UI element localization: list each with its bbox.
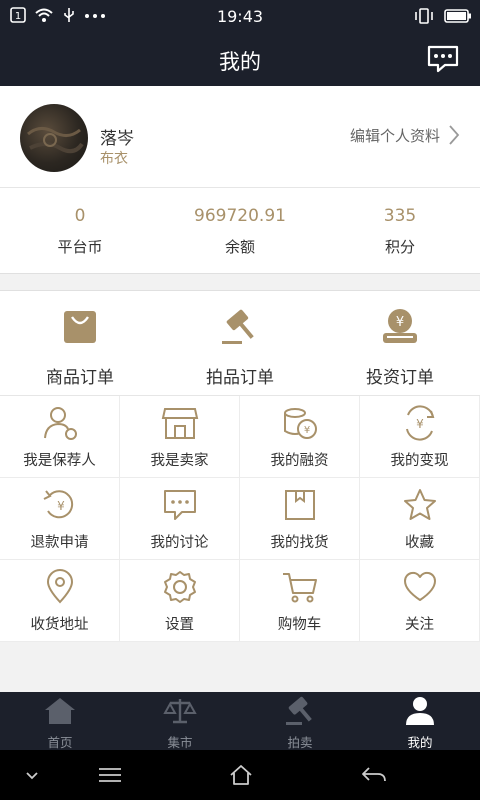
stat-label: 平台币 <box>57 238 103 256</box>
edit-profile-link[interactable]: 编辑个人资料 <box>350 124 460 146</box>
home-icon <box>45 698 75 724</box>
grid-item-label: 收货地址 <box>30 617 89 633</box>
cart-icon <box>282 573 317 603</box>
edit-profile-label: 编辑个人资料 <box>349 126 440 145</box>
grid-item-sponsor[interactable]: 我是保荐人 <box>0 396 120 478</box>
sponsor-icon <box>43 407 77 440</box>
stat-value: 969720.91 <box>194 206 286 226</box>
grid-item-label: 设置 <box>165 617 194 633</box>
grid-item-label: 我是卖家 <box>150 453 209 469</box>
orders-row: 商品订单 拍品订单 ¥ 投资订单 <box>0 290 480 396</box>
gavel-icon <box>286 696 312 725</box>
find-goods-icon <box>284 490 315 520</box>
chat-icon <box>163 490 196 520</box>
investment-icon: ¥ <box>383 309 417 343</box>
stat-label: 积分 <box>384 238 415 256</box>
tab-market[interactable]: 集市 <box>120 696 240 751</box>
status-bar: 1 19:43 <box>0 0 480 34</box>
svg-text:¥: ¥ <box>303 425 309 436</box>
grid-item-cash-out[interactable]: ¥ 我的变现 <box>360 396 480 478</box>
grid-item-favorites[interactable]: 收藏 <box>360 478 480 560</box>
grid-item-find-goods[interactable]: 我的找货 <box>240 478 360 560</box>
grid-item-label: 收藏 <box>405 535 434 551</box>
refund-icon: ¥ <box>43 490 73 519</box>
grid-item-label: 我的找货 <box>270 535 329 551</box>
page-title: 我的 <box>219 50 261 74</box>
profile-card[interactable]: 落岑 布衣 编辑个人资料 <box>0 86 480 188</box>
investment-orders-button[interactable]: ¥ 投资订单 <box>320 307 480 388</box>
menu-icon[interactable] <box>96 763 124 787</box>
stat-value: 335 <box>383 206 417 226</box>
star-icon <box>403 489 436 520</box>
tab-home[interactable]: 首页 <box>0 696 120 751</box>
svg-text:¥: ¥ <box>416 417 424 431</box>
grid-item-cart[interactable]: 购物车 <box>240 560 360 642</box>
store-icon <box>161 408 198 439</box>
svg-text:¥: ¥ <box>57 499 65 513</box>
tab-label: 首页 <box>47 735 73 750</box>
bottom-tab-bar: 首页 集市 拍卖 我的 <box>0 692 480 750</box>
shopping-bag-icon <box>64 311 96 343</box>
message-icon[interactable] <box>426 44 460 74</box>
grid-item-address[interactable]: 收货地址 <box>0 560 120 642</box>
tab-label: 拍卖 <box>287 735 313 750</box>
coins-icon: ¥ <box>283 408 317 439</box>
user-name: 落岑 <box>100 129 134 149</box>
location-icon <box>46 569 73 604</box>
grid-item-settings[interactable]: 设置 <box>120 560 240 642</box>
tab-label: 我的 <box>407 735 433 750</box>
grid-item-label: 我的变现 <box>390 453 449 469</box>
auction-hammer-icon <box>222 309 254 344</box>
order-label: 拍品订单 <box>206 368 274 388</box>
stat-points[interactable]: 335 积分 <box>320 206 480 257</box>
stat-balance[interactable]: 969720.91 余额 <box>160 206 320 257</box>
user-level: 布衣 <box>100 151 128 167</box>
chevron-down-icon[interactable] <box>18 763 46 787</box>
grid-item-label: 我的讨论 <box>150 535 209 551</box>
cash-out-icon: ¥ <box>405 405 434 441</box>
chevron-right-icon <box>449 125 460 145</box>
order-label: 商品订单 <box>46 368 114 388</box>
grid-item-label: 购物车 <box>277 617 322 633</box>
title-bar: 我的 <box>0 34 480 86</box>
settings-gear-icon <box>163 571 196 603</box>
vibrate-icon <box>415 8 433 24</box>
tab-auction[interactable]: 拍卖 <box>240 696 360 751</box>
product-orders-button[interactable]: 商品订单 <box>0 307 160 388</box>
order-label: 投资订单 <box>366 368 434 388</box>
grid-item-label: 退款申请 <box>30 535 89 551</box>
grid-item-label: 关注 <box>405 617 434 633</box>
grid-item-financing[interactable]: ¥ 我的融资 <box>240 396 360 478</box>
stat-value: 0 <box>74 206 86 226</box>
avatar[interactable] <box>20 104 88 172</box>
back-icon[interactable] <box>360 763 388 787</box>
grid-item-discussion[interactable]: 我的讨论 <box>120 478 240 560</box>
tab-mine[interactable]: 我的 <box>360 696 480 751</box>
heart-icon <box>403 571 436 601</box>
scale-icon <box>163 699 197 724</box>
stat-label: 余额 <box>224 238 255 256</box>
grid-item-label: 我的融资 <box>270 453 329 469</box>
status-time: 19:43 <box>216 7 264 26</box>
battery-icon <box>444 9 471 23</box>
svg-text:¥: ¥ <box>396 315 404 330</box>
system-nav-bar <box>0 750 480 800</box>
grid-item-follow[interactable]: 关注 <box>360 560 480 642</box>
grid-item-refund[interactable]: ¥ 退款申请 <box>0 478 120 560</box>
tab-label: 集市 <box>167 735 193 750</box>
auction-orders-button[interactable]: 拍品订单 <box>160 307 320 388</box>
grid-item-seller[interactable]: 我是卖家 <box>120 396 240 478</box>
stats-panel: 0 平台币 969720.91 余额 335 积分 <box>0 188 480 274</box>
user-icon <box>406 697 434 725</box>
stat-platform-coin[interactable]: 0 平台币 <box>0 206 160 257</box>
status-icons-right <box>414 7 472 25</box>
home-nav-icon[interactable] <box>227 763 255 787</box>
grid-item-label: 我是保荐人 <box>23 453 96 469</box>
